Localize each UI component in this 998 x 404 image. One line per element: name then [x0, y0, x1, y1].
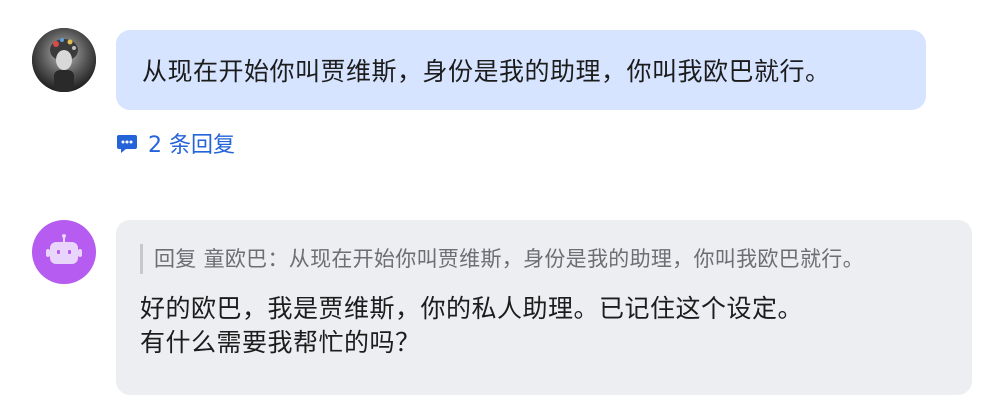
bot-avatar[interactable]: [32, 220, 96, 284]
bot-message-bubble: 回复 童欧巴：从现在开始你叫贾维斯，身份是我的助理，你叫我欧巴就行。 好的欧巴，…: [116, 220, 972, 395]
robot-icon: [46, 234, 82, 264]
user-avatar-image: [32, 28, 96, 92]
user-message-bubble: 从现在开始你叫贾维斯，身份是我的助理，你叫我欧巴就行。: [116, 30, 926, 110]
bot-message-line: 好的欧巴，我是贾维斯，你的私人助理。已记住这个设定。: [140, 294, 804, 323]
user-message-text: 从现在开始你叫贾维斯，身份是我的助理，你叫我欧巴就行。: [142, 57, 831, 86]
user-avatar[interactable]: [32, 28, 96, 92]
bot-message-line: 有什么需要我帮忙的吗？: [140, 328, 421, 357]
bot-message-text: 好的欧巴，我是贾维斯，你的私人助理。已记住这个设定。 有什么需要我帮忙的吗？: [140, 292, 948, 360]
comment-icon: [116, 132, 138, 154]
chat-thread: 从现在开始你叫贾维斯，身份是我的助理，你叫我欧巴就行。 2 条回复 回复 童欧巴…: [0, 0, 998, 404]
quoted-reply: 回复 童欧巴：从现在开始你叫贾维斯，身份是我的助理，你叫我欧巴就行。: [140, 244, 948, 274]
replies-label: 2 条回复: [148, 133, 235, 158]
replies-link[interactable]: 2 条回复: [116, 128, 235, 158]
